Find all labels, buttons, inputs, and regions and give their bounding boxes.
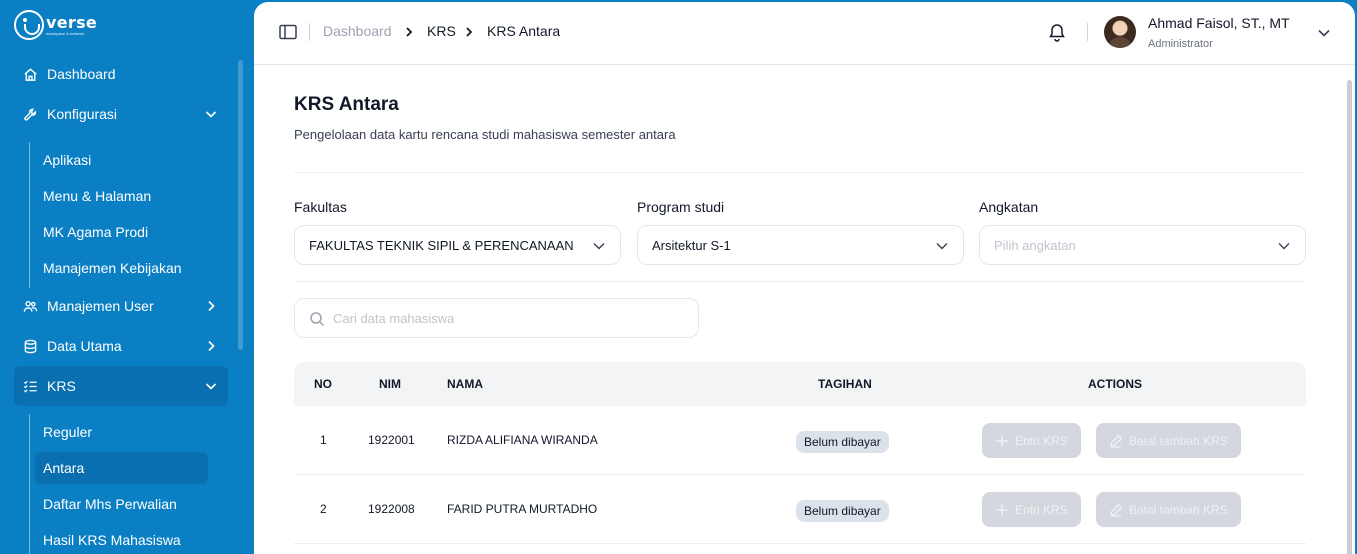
bell-icon[interactable] [1047,22,1067,42]
sidebar-scrollbar[interactable] [238,60,243,350]
chevron-right-icon [208,300,215,312]
column-header-tagihan: TAGIHAN [818,377,872,391]
divider [1087,23,1088,41]
fakultas-value: FAKULTAS TEKNIK SIPIL & PERENCANAAN [309,237,574,253]
table-row: 2 1922008 FARID PUTRA MURTADHO Belum dib… [294,475,1306,544]
button-label: Entri KRS [1015,433,1068,448]
breadcrumb-krs[interactable]: KRS [427,23,456,39]
sidebar: verse workspace & network Dashboard Konf… [0,0,254,554]
column-header-nama: NAMA [447,377,483,391]
sidebar-toggle-icon[interactable] [279,24,297,40]
search-icon [310,312,325,327]
chevron-down-icon [936,243,948,250]
breadcrumb-dashboard[interactable]: Dashboard [323,23,392,39]
sidebar-item-label: Dashboard [47,66,116,82]
sidebar-subitem-daftar-mhs-perwalian[interactable]: Daftar Mhs Perwalian [35,488,208,520]
divider [309,23,310,41]
batal-tambah-krs-button[interactable]: Batal tambah KRS [1096,423,1241,458]
main-panel: Dashboard KRS KRS Antara Ahmad Faisol, S… [254,2,1355,554]
fakultas-select[interactable]: FAKULTAS TEKNIK SIPIL & PERENCANAAN [294,225,621,265]
wrench-icon [22,106,38,122]
database-icon [22,338,38,354]
plus-icon [996,435,1008,446]
sidebar-item-label: KRS [47,378,76,394]
app-logo[interactable]: verse workspace & network [14,10,97,40]
column-header-nim: NIM [379,377,401,391]
prodi-select[interactable]: Arsitektur S-1 [637,225,964,265]
checklist-icon [22,378,38,394]
chevron-down-icon[interactable] [1317,27,1331,39]
sidebar-subitem-aplikasi[interactable]: Aplikasi [35,144,208,176]
sidebar-item-data-utama[interactable]: Data Utama [14,326,228,366]
prodi-value: Arsitektur S-1 [652,237,731,253]
sidebar-item-label: Konfigurasi [47,106,118,122]
chevron-right-icon [208,340,215,352]
logo-wordmark: verse [46,12,98,32]
page-subtitle: Pengelolaan data kartu rencana studi mah… [294,127,676,142]
sidebar-item-dashboard[interactable]: Dashboard [14,54,228,94]
sidebar-item-krs[interactable]: KRS [14,366,228,406]
table-row: 1 1922001 RIZDA ALIFIANA WIRANDA Belum d… [294,406,1306,475]
chevron-right-icon [406,27,413,37]
home-icon [22,66,38,82]
cell-nama: FARID PUTRA MURTADHO [447,502,598,516]
button-label: Batal tambah KRS [1129,433,1228,448]
column-header-actions: ACTIONS [1088,377,1142,391]
cell-no: 1 [320,433,327,447]
angkatan-select[interactable]: Pilih angkatan [979,225,1306,265]
fakultas-label: Fakultas [294,199,347,215]
content-scrollbar[interactable] [1347,80,1352,554]
entri-krs-button[interactable]: Entri KRS [982,423,1081,458]
sidebar-subitem-menu-halaman[interactable]: Menu & Halaman [35,180,208,212]
prodi-label: Program studi [637,199,725,215]
sidebar-subitem-mk-agama-prodi[interactable]: MK Agama Prodi [35,216,208,248]
chevron-down-icon [205,111,217,118]
breadcrumb-current: KRS Antara [487,23,561,39]
table-header: NO NIM NAMA TAGIHAN ACTIONS [294,362,1306,406]
avatar[interactable] [1104,16,1136,48]
top-bar: Dashboard KRS KRS Antara Ahmad Faisol, S… [254,2,1355,65]
angkatan-label: Angkatan [979,199,1039,215]
user-name: Ahmad Faisol, ST., MT [1148,15,1290,31]
sidebar-item-label: Data Utama [47,338,122,354]
sidebar-item-manajemen-user[interactable]: Manajemen User [14,286,228,326]
user-role: Administrator [1148,38,1213,50]
sidebar-item-konfigurasi[interactable]: Konfigurasi [14,94,228,134]
chevron-down-icon [1278,243,1290,250]
search-input[interactable]: Cari data mahasiswa [294,298,699,338]
submenu-line [29,414,30,554]
sidebar-item-label: Manajemen User [47,298,154,314]
chevron-right-icon [466,27,473,37]
cell-nim: 1922001 [368,433,415,447]
chevron-down-icon [205,383,217,390]
logo-tagline: workspace & network [46,30,85,36]
sidebar-subitem-manajemen-kebijakan[interactable]: Manajemen Kebijakan [35,252,208,284]
page-title: KRS Antara [294,94,399,115]
button-label: Batal tambah KRS [1129,502,1228,517]
edit-icon [1110,503,1123,517]
logo-icon [14,10,44,40]
divider [294,281,1305,282]
cell-nama: RIZDA ALIFIANA WIRANDA [447,433,598,447]
edit-icon [1110,434,1123,448]
sidebar-subitem-hasil-krs-mahasiswa[interactable]: Hasil KRS Mahasiswa [35,524,208,554]
sidebar-subitem-antara[interactable]: Antara [35,452,208,484]
submenu-line [29,142,30,288]
button-label: Entri KRS [1015,502,1068,517]
angkatan-placeholder: Pilih angkatan [994,237,1076,253]
plus-icon [996,504,1008,515]
divider [294,172,1305,173]
cell-nim: 1922008 [368,502,415,516]
batal-tambah-krs-button[interactable]: Batal tambah KRS [1096,492,1241,527]
entri-krs-button[interactable]: Entri KRS [982,492,1081,527]
column-header-no: NO [314,377,332,391]
chevron-down-icon [593,243,605,250]
sidebar-subitem-reguler[interactable]: Reguler [35,416,208,448]
users-icon [22,298,38,314]
search-placeholder: Cari data mahasiswa [333,310,455,326]
cell-no: 2 [320,502,327,516]
status-badge: Belum dibayar [796,500,889,522]
status-badge: Belum dibayar [796,431,889,453]
